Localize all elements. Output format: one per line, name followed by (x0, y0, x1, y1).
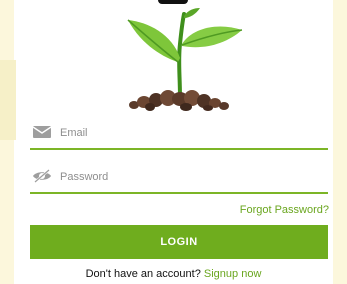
background-edge-left (0, 0, 14, 284)
login-screen: Forgot Password? LOGIN Don't have an acc… (0, 0, 347, 284)
signup-link[interactable]: Signup now (204, 268, 262, 280)
sprout-plant-illustration (127, 8, 243, 111)
email-field[interactable] (30, 118, 328, 150)
background-patch (0, 60, 16, 140)
email-input[interactable] (58, 120, 322, 146)
password-input[interactable] (58, 164, 322, 190)
signup-prompt: Don't have an account? Signup now (0, 268, 347, 280)
envelope-icon (32, 126, 52, 138)
background-edge-right (333, 0, 347, 284)
no-account-text: Don't have an account? (85, 268, 201, 280)
login-button[interactable]: LOGIN (30, 225, 328, 259)
eye-off-icon (33, 169, 51, 183)
forgot-password-link[interactable]: Forgot Password? (240, 204, 329, 216)
password-field[interactable] (30, 162, 328, 194)
